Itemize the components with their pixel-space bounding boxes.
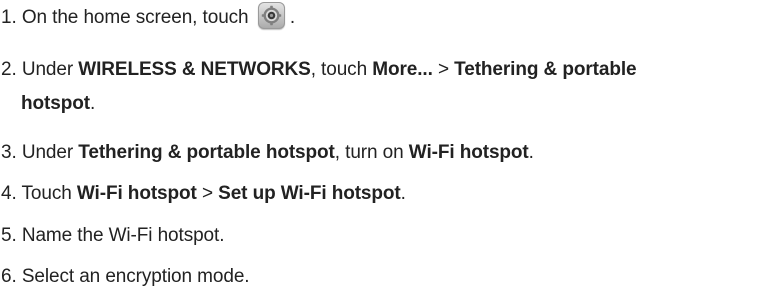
step-number: 1. bbox=[1, 7, 17, 28]
step-text: On the home screen, touch bbox=[16, 7, 254, 28]
step-text: , turn on bbox=[334, 142, 409, 163]
step-number: 3. bbox=[1, 142, 17, 163]
step-number: 2. bbox=[1, 59, 17, 80]
instruction-list: 1. On the home screen, touch . 2. Under … bbox=[0, 0, 764, 295]
step-2: 2. Under WIRELESS & NETWORKS, touch More… bbox=[1, 58, 637, 82]
step-text-end: . bbox=[284, 7, 296, 28]
step-3: 3. Under Tethering & portable hotspot, t… bbox=[1, 141, 534, 165]
ui-term-tethering-portable-hotspot: Tethering & portable hotspot bbox=[78, 142, 335, 163]
step-number: 6. bbox=[1, 266, 17, 287]
ui-term-set-up-wifi-hotspot: Set up Wi-Fi hotspot bbox=[218, 183, 401, 204]
step-text: Touch bbox=[16, 183, 77, 204]
step-4: 4. Touch Wi-Fi hotspot > Set up Wi-Fi ho… bbox=[1, 182, 406, 206]
step-text: Under bbox=[16, 142, 79, 163]
step-number: 4. bbox=[1, 183, 17, 204]
ui-term-wifi-hotspot: Wi-Fi hotspot bbox=[76, 183, 197, 204]
step-5: 5. Name the Wi-Fi hotspot. bbox=[1, 224, 224, 248]
step-1: 1. On the home screen, touch . bbox=[1, 2, 296, 30]
step-2-continuation: hotspot. bbox=[21, 92, 95, 116]
step-text: Name the Wi-Fi hotspot. bbox=[16, 225, 225, 246]
step-text: > bbox=[432, 59, 455, 80]
step-text: Under bbox=[16, 59, 79, 80]
ui-term-hotspot: hotspot bbox=[21, 93, 90, 114]
step-text: , touch bbox=[310, 59, 373, 80]
step-text: Select an encryption mode. bbox=[16, 266, 250, 287]
ui-term-more: More... bbox=[372, 59, 433, 80]
step-6: 6. Select an encryption mode. bbox=[1, 265, 250, 289]
ui-term-tethering-portable: Tethering & portable bbox=[454, 59, 637, 80]
ui-term-wireless-networks: WIRELESS & NETWORKS bbox=[78, 59, 311, 80]
step-text-end: . bbox=[89, 93, 96, 114]
ui-term-wifi-hotspot: Wi-Fi hotspot bbox=[408, 142, 529, 163]
settings-icon bbox=[257, 2, 285, 30]
step-text-end: . bbox=[400, 183, 406, 204]
step-number: 5. bbox=[1, 225, 17, 246]
step-text-end: . bbox=[528, 142, 534, 163]
step-text: > bbox=[196, 183, 219, 204]
